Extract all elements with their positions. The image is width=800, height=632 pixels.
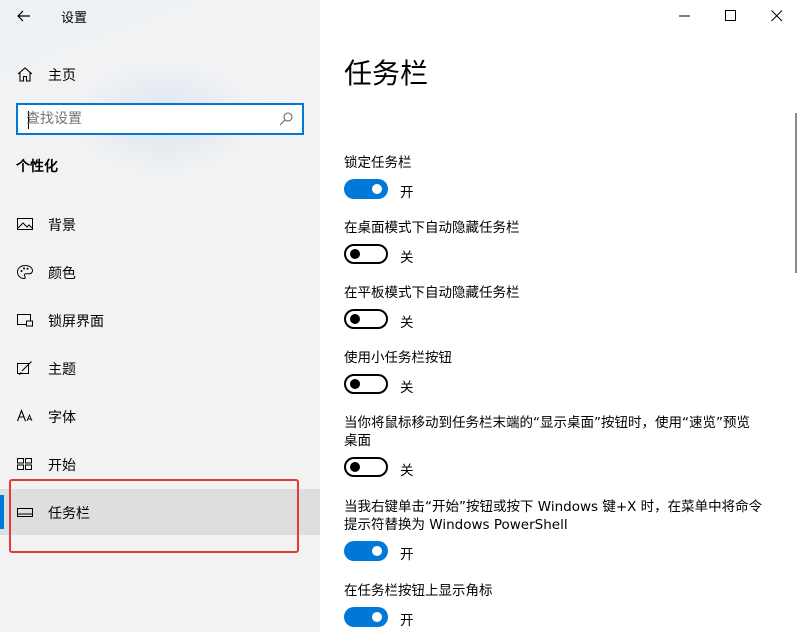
home-nav-item[interactable]: 主页 xyxy=(0,58,320,90)
setting-powershell-replace: 当我右键单击“开始”按钮或按下 Windows 键+X 时，在菜单中将命令 提示… xyxy=(344,498,774,563)
sidebar-item-label: 字体 xyxy=(48,410,76,426)
search-box[interactable] xyxy=(16,103,304,135)
toggle-row: 开 xyxy=(344,541,774,563)
toggle-state: 关 xyxy=(400,315,414,331)
toggle-knob xyxy=(350,249,360,259)
setting-label: 在任务栏按钮上显示角标 xyxy=(344,583,493,599)
setting-label-line: 桌面 xyxy=(344,433,371,449)
toggle-knob xyxy=(372,546,382,556)
toggle-switch[interactable] xyxy=(344,607,388,627)
setting-autohide-desktop: 在桌面模式下自动隐藏任务栏 关 xyxy=(344,219,774,266)
setting-show-badges: 在任务栏按钮上显示角标 开 xyxy=(344,582,774,629)
section-title: 个性化 xyxy=(16,159,58,175)
setting-peek-preview: 当你将鼠标移动到任务栏末端的“显示桌面”按钮时，使用“速览”预览 桌面 关 xyxy=(344,414,774,479)
toggle-knob xyxy=(372,612,382,622)
home-icon xyxy=(17,67,33,82)
sidebar-item-background[interactable]: 背景 xyxy=(0,201,320,247)
toggle-knob xyxy=(350,379,360,389)
toggle-row: 关 xyxy=(344,457,774,479)
setting-autohide-tablet: 在平板模式下自动隐藏任务栏 关 xyxy=(344,284,774,331)
setting-label: 使用小任务栏按钮 xyxy=(344,350,452,366)
toggle-row: 关 xyxy=(344,244,774,266)
image-icon xyxy=(17,218,33,230)
sidebar-item-label: 主题 xyxy=(48,362,76,378)
theme-brush-icon xyxy=(17,361,32,376)
font-icon xyxy=(16,408,33,422)
toggle-switch[interactable] xyxy=(344,179,388,199)
minimize-button[interactable] xyxy=(662,0,708,32)
toggle-state: 开 xyxy=(400,547,414,563)
scrollbar-thumb[interactable] xyxy=(795,113,797,273)
toggle-switch[interactable] xyxy=(344,457,388,477)
minimize-icon xyxy=(679,15,690,17)
sidebar-item-label: 背景 xyxy=(48,218,76,234)
back-button[interactable] xyxy=(10,4,38,28)
setting-small-buttons: 使用小任务栏按钮 关 xyxy=(344,349,774,396)
sidebar-item-fonts[interactable]: 字体 xyxy=(0,393,320,439)
setting-label-line: 提示符替换为 Windows PowerShell xyxy=(344,517,568,533)
annotation-highlight-box xyxy=(9,479,299,553)
sidebar-item-lock-screen[interactable]: 锁屏界面 xyxy=(0,297,320,343)
lock-screen-icon xyxy=(17,314,33,327)
toggle-switch[interactable] xyxy=(344,244,388,264)
toggle-row: 关 xyxy=(344,374,774,396)
toggle-switch[interactable] xyxy=(344,374,388,394)
title-bar: 设置 xyxy=(0,0,320,32)
toggle-state: 关 xyxy=(400,250,414,266)
app-title: 设置 xyxy=(61,11,88,26)
setting-label: 在平板模式下自动隐藏任务栏 xyxy=(344,285,520,301)
toggle-knob xyxy=(350,314,360,324)
setting-label: 锁定任务栏 xyxy=(344,155,412,171)
toggle-row: 关 xyxy=(344,309,774,331)
palette-icon xyxy=(16,264,34,280)
selection-accent xyxy=(0,495,4,529)
toggle-row: 开 xyxy=(344,607,774,629)
page-title: 任务栏 xyxy=(344,57,429,90)
sidebar-item-label: 开始 xyxy=(48,458,76,474)
toggle-knob xyxy=(372,184,382,194)
home-label: 主页 xyxy=(48,68,76,84)
toggle-switch[interactable] xyxy=(344,309,388,329)
toggle-state: 开 xyxy=(400,185,414,201)
toggle-state: 关 xyxy=(400,380,414,396)
setting-label-line: 当你将鼠标移动到任务栏末端的“显示桌面”按钮时，使用“速览”预览 xyxy=(344,415,750,431)
close-button[interactable] xyxy=(754,0,800,32)
toggle-state: 关 xyxy=(400,463,414,479)
sidebar-item-themes[interactable]: 主题 xyxy=(0,345,320,391)
setting-lock-taskbar: 锁定任务栏 开 xyxy=(344,154,774,201)
toggle-state: 开 xyxy=(400,613,414,629)
sidebar: 设置 主页 个性化 背景 颜色 锁屏界面 xyxy=(0,0,320,632)
setting-label: 在桌面模式下自动隐藏任务栏 xyxy=(344,220,520,236)
setting-label-line: 当我右键单击“开始”按钮或按下 Windows 键+X 时，在菜单中将命令 xyxy=(344,499,763,515)
close-icon xyxy=(771,10,783,22)
toggle-row: 开 xyxy=(344,179,774,201)
maximize-icon xyxy=(725,10,736,21)
toggle-switch[interactable] xyxy=(344,541,388,561)
search-input[interactable] xyxy=(26,109,266,129)
sidebar-item-colors[interactable]: 颜色 xyxy=(0,249,320,295)
search-icon[interactable] xyxy=(278,111,294,127)
maximize-button[interactable] xyxy=(708,0,754,32)
back-arrow-icon xyxy=(17,10,30,22)
sidebar-item-label: 锁屏界面 xyxy=(48,314,104,330)
start-grid-icon xyxy=(17,458,32,470)
sidebar-item-label: 颜色 xyxy=(48,266,76,282)
toggle-knob xyxy=(350,462,360,472)
